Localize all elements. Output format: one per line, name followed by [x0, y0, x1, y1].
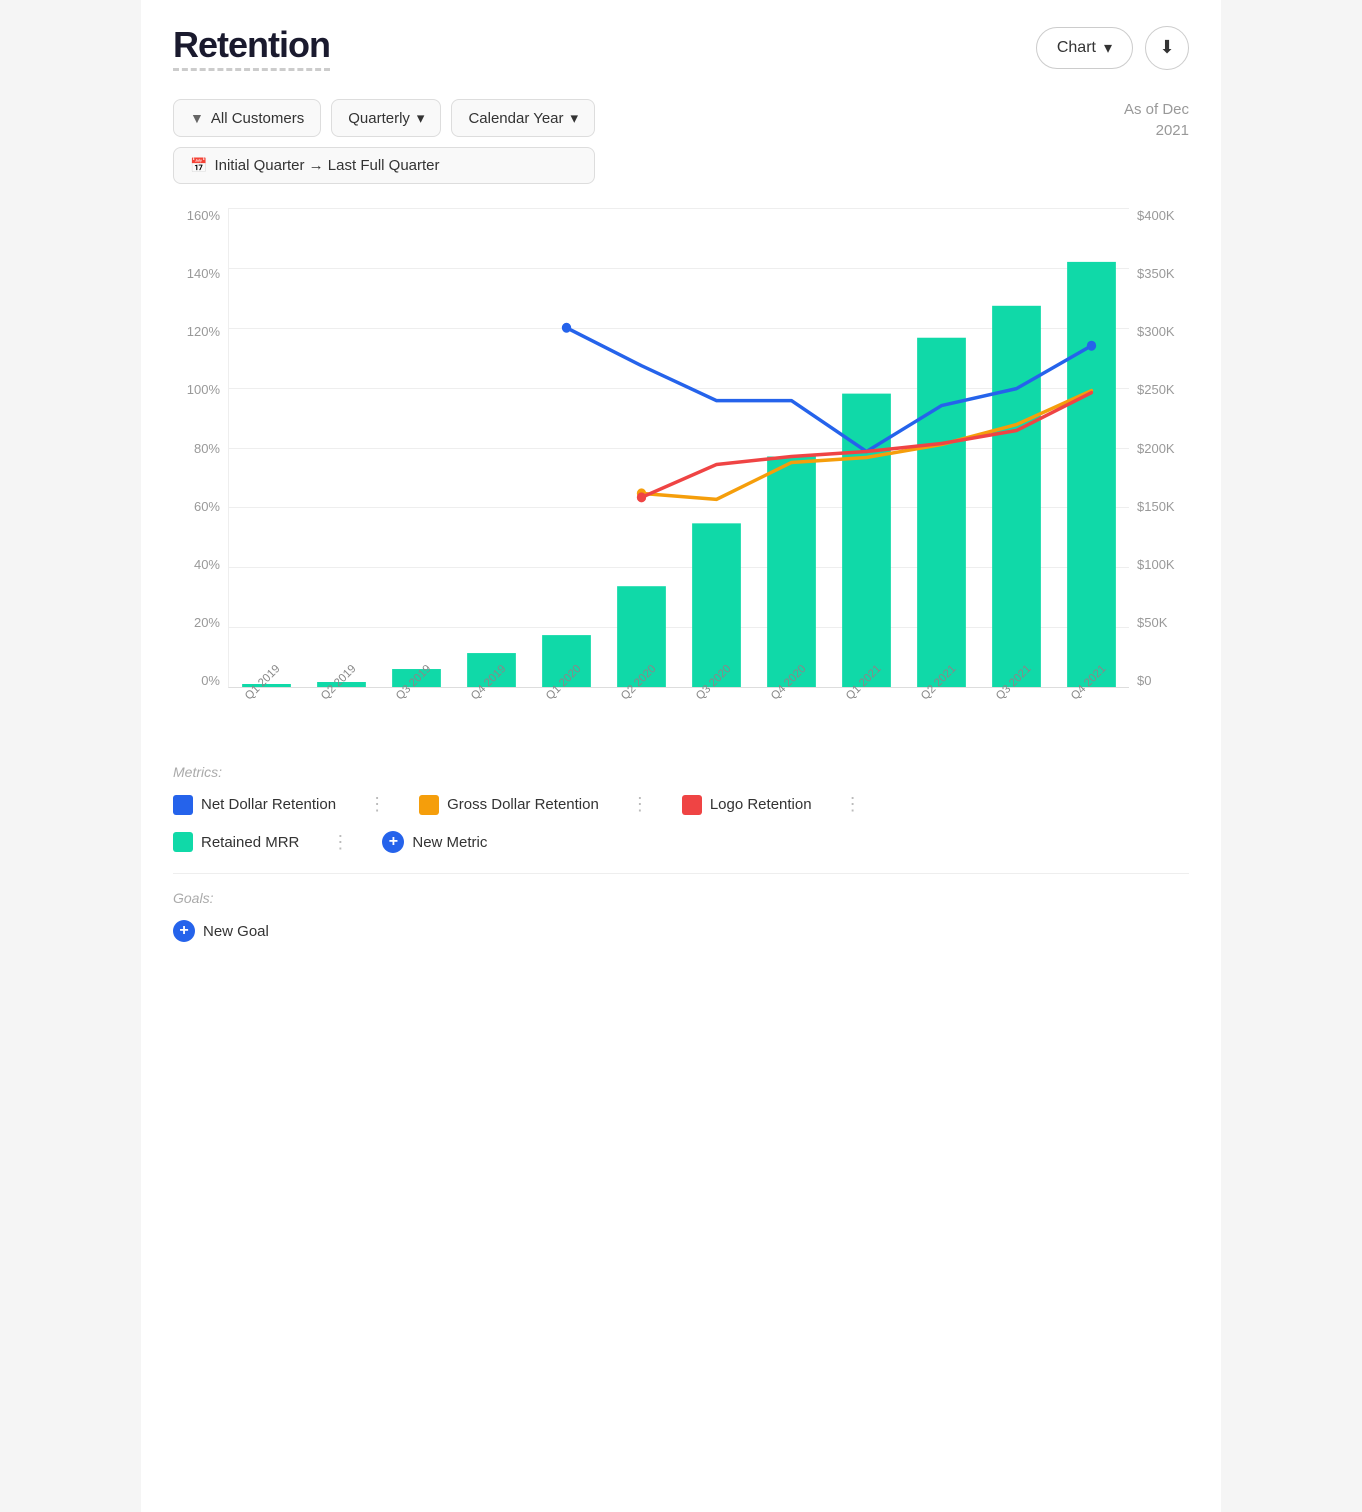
y-left-100: 100% [187, 382, 220, 397]
mrr-menu-icon[interactable]: ⋮ [331, 832, 350, 853]
x-label-q2-2020: Q2 2020 [603, 694, 678, 706]
y-right-250k: $250K [1137, 382, 1175, 397]
ndr-color-box [173, 795, 193, 815]
gdr-label: Gross Dollar Retention [447, 796, 599, 813]
quarterly-label: Quarterly [348, 110, 410, 127]
bar-q2-2021 [917, 338, 966, 687]
date-range-label: Initial Quarter → Last Full Quarter [214, 157, 439, 174]
chart-view-button[interactable]: Chart ▾ [1036, 27, 1133, 69]
calendar-year-chevron-icon: ▾ [571, 109, 579, 127]
filter-left-group: ▼ All Customers Quarterly ▾ Calendar Yea… [173, 99, 595, 184]
y-right-150k: $150K [1137, 499, 1175, 514]
x-label-q1-2020: Q1 2020 [528, 694, 603, 706]
y-left-140: 140% [187, 266, 220, 281]
gdr-color-box [419, 795, 439, 815]
new-goal-label: New Goal [203, 923, 269, 940]
legend-row-2: Retained MRR ⋮ + New Metric [173, 831, 1189, 853]
y-right-300k: $300K [1137, 324, 1175, 339]
x-label-q1-2019: Q1 2019 [228, 694, 303, 706]
new-goal-item[interactable]: + New Goal [173, 920, 269, 942]
calendar-year-filter[interactable]: Calendar Year ▾ [451, 99, 595, 137]
y-left-60: 60% [194, 499, 220, 514]
page-title: Retention [173, 24, 330, 71]
x-label-q4-2020: Q4 2020 [754, 694, 829, 706]
x-label-q4-2021: Q4 2021 [1054, 694, 1129, 706]
x-label-q2-2019: Q2 2019 [303, 694, 378, 706]
filter-bar: ▼ All Customers Quarterly ▾ Calendar Yea… [173, 99, 1189, 184]
new-goal-plus-icon: + [173, 920, 195, 942]
y-right-100k: $100K [1137, 557, 1175, 572]
metrics-label: Metrics: [173, 764, 1189, 780]
bar-q4-2020 [767, 456, 816, 687]
as-of-date: As of Dec 2021 [1124, 99, 1189, 141]
logo-label: Logo Retention [710, 796, 812, 813]
chart-button-label: Chart [1057, 39, 1096, 57]
ndr-menu-icon[interactable]: ⋮ [368, 794, 387, 815]
logo-point-1 [637, 492, 646, 502]
new-metric-label: New Metric [412, 834, 487, 851]
bar-q4-2021 [1067, 262, 1116, 687]
ndr-point-1 [562, 323, 571, 333]
calendar-icon: 📅 [190, 157, 207, 174]
x-label-q4-2019: Q4 2019 [453, 694, 528, 706]
legend-mrr: Retained MRR [173, 832, 299, 852]
bar-q1-2021 [842, 394, 891, 687]
y-right-0: $0 [1137, 673, 1151, 688]
legend-ndr: Net Dollar Retention [173, 795, 336, 815]
logo-menu-icon[interactable]: ⋮ [844, 794, 863, 815]
logo-color-box [682, 795, 702, 815]
gdr-menu-icon[interactable]: ⋮ [631, 794, 650, 815]
bar-q3-2021 [992, 306, 1041, 687]
y-left-0: 0% [201, 673, 220, 688]
bar-q3-2020 [692, 523, 741, 687]
y-left-40: 40% [194, 557, 220, 572]
mrr-color-box [173, 832, 193, 852]
chart-chevron-icon: ▾ [1104, 38, 1112, 58]
x-label-q3-2020: Q3 2020 [678, 694, 753, 706]
ndr-point-last [1087, 341, 1096, 351]
y-axis-left: 160% 140% 120% 100% 80% 60% 40% 20% 0% [173, 208, 228, 688]
goals-label: Goals: [173, 890, 1189, 906]
goals-divider [173, 873, 1189, 874]
download-button[interactable]: ⬇ [1145, 26, 1189, 70]
y-left-80: 80% [194, 441, 220, 456]
legend-new-metric[interactable]: + New Metric [382, 831, 487, 853]
ndr-label: Net Dollar Retention [201, 796, 336, 813]
quarterly-chevron-icon: ▾ [417, 109, 425, 127]
calendar-year-label: Calendar Year [468, 110, 563, 127]
y-right-200k: $200K [1137, 441, 1175, 456]
date-range-filter[interactable]: 📅 Initial Quarter → Last Full Quarter [173, 147, 595, 184]
goals-section: Goals: + New Goal [173, 873, 1189, 942]
y-left-20: 20% [194, 615, 220, 630]
mrr-label: Retained MRR [201, 834, 299, 851]
legend-logo: Logo Retention [682, 795, 812, 815]
all-customers-label: All Customers [211, 110, 304, 127]
chart-svg [229, 208, 1129, 687]
legend-row-1: Net Dollar Retention ⋮ Gross Dollar Rete… [173, 794, 1189, 815]
chart-plot [228, 208, 1129, 688]
y-axis-right: $400K $350K $300K $250K $200K $150K $100… [1129, 208, 1189, 688]
x-axis: Q1 2019 Q2 2019 Q3 2019 Q4 2019 Q1 2020 … [228, 688, 1129, 728]
x-label-q2-2021: Q2 2021 [904, 694, 979, 706]
all-customers-filter[interactable]: ▼ All Customers [173, 99, 321, 137]
x-label-q3-2021: Q3 2021 [979, 694, 1054, 706]
page-header: Retention Chart ▾ ⬇ [173, 24, 1189, 71]
x-label-q1-2021: Q1 2021 [829, 694, 904, 706]
chart-area: 160% 140% 120% 100% 80% 60% 40% 20% 0% $… [173, 208, 1189, 728]
y-left-120: 120% [187, 324, 220, 339]
legend-gdr: Gross Dollar Retention [419, 795, 599, 815]
y-left-160: 160% [187, 208, 220, 223]
legend-section: Metrics: Net Dollar Retention ⋮ Gross Do… [173, 748, 1189, 853]
y-right-50k: $50K [1137, 615, 1167, 630]
header-actions: Chart ▾ ⬇ [1036, 26, 1189, 70]
quarterly-filter[interactable]: Quarterly ▾ [331, 99, 441, 137]
filter-icon: ▼ [190, 110, 204, 126]
x-label-q3-2019: Q3 2019 [378, 694, 453, 706]
y-right-350k: $350K [1137, 266, 1175, 281]
new-metric-plus-icon: + [382, 831, 404, 853]
y-right-400k: $400K [1137, 208, 1175, 223]
download-icon: ⬇ [1159, 37, 1174, 58]
goals-row: + New Goal [173, 920, 1189, 942]
filter-row-1: ▼ All Customers Quarterly ▾ Calendar Yea… [173, 99, 595, 137]
